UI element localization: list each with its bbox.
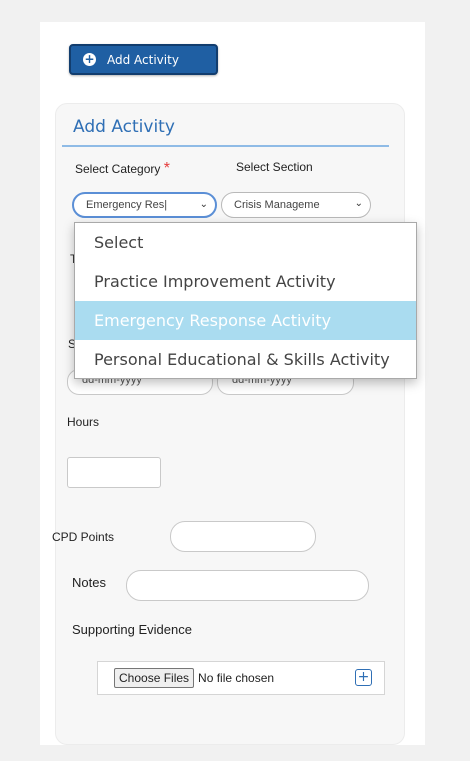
category-select-value: Emergency Res| <box>86 199 168 211</box>
cpd-points-label: CPD Points <box>52 530 115 544</box>
section-select-value: Crisis Manageme <box>234 199 320 211</box>
add-activity-button-label: Add Activity <box>107 52 179 67</box>
category-select[interactable]: Emergency Res| ⌄ <box>72 192 217 218</box>
hours-input[interactable] <box>67 457 161 488</box>
dropdown-option-highlighted[interactable]: Emergency Response Activity <box>75 301 416 340</box>
file-upload-field: Choose Files No file chosen <box>97 661 385 695</box>
section-select[interactable]: Crisis Manageme ⌄ <box>221 192 371 218</box>
add-activity-button[interactable]: + Add Activity <box>69 44 218 75</box>
required-mark: * <box>163 160 170 177</box>
add-file-plus-icon[interactable]: + <box>355 669 372 686</box>
cpd-points-input[interactable] <box>170 521 316 552</box>
plus-circle-icon: + <box>83 52 96 66</box>
chevron-down-icon: ⌄ <box>354 198 363 209</box>
hours-label: Hours <box>67 415 100 429</box>
category-dropdown-list: Select Practice Improvement Activity Eme… <box>74 222 417 379</box>
title-divider <box>62 145 389 147</box>
dropdown-option[interactable]: Select <box>75 223 416 262</box>
notes-input[interactable] <box>126 570 369 601</box>
chevron-down-icon: ⌄ <box>199 199 208 210</box>
select-section-label: Select Section <box>236 160 313 174</box>
form-title: Add Activity <box>73 117 175 137</box>
dropdown-option[interactable]: Personal Educational & Skills Activity <box>75 340 416 379</box>
notes-label: Notes <box>72 575 106 590</box>
dropdown-option[interactable]: Practice Improvement Activity <box>75 262 416 301</box>
supporting-evidence-label: Supporting Evidence <box>72 622 192 637</box>
choose-files-button[interactable]: Choose Files <box>114 668 195 688</box>
select-category-label: Select Category * <box>75 160 170 177</box>
no-file-text: No file chosen <box>198 671 275 685</box>
